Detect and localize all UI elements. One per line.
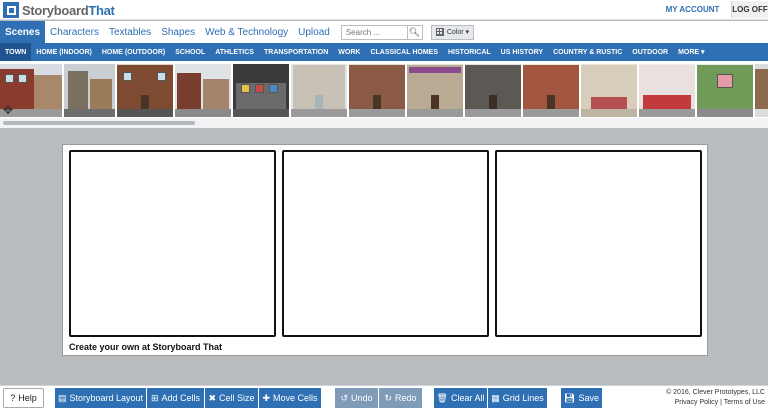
search-input[interactable] <box>341 26 407 38</box>
question-icon: ? <box>10 393 16 403</box>
trash-icon: 🗑︎ <box>436 392 448 403</box>
category-historical[interactable]: HISTORICAL <box>443 43 496 61</box>
grid-lines-button[interactable]: ▦ Grid Lines <box>488 388 547 408</box>
category-more-dropdown[interactable]: MORE ▾ <box>673 43 709 61</box>
scene-thumbnail[interactable] <box>697 64 753 117</box>
help-button[interactable]: ? Help <box>3 388 44 408</box>
layout-icon: ▤ <box>57 392 67 403</box>
move-icon[interactable]: ✥ <box>0 102 16 118</box>
scene-thumbnail[interactable] <box>233 64 289 117</box>
move-icon: ✚ <box>262 392 271 403</box>
scene-thumbnail[interactable] <box>465 64 521 117</box>
my-account-link[interactable]: MY ACCOUNT <box>660 0 725 19</box>
tab-scenes[interactable]: Scenes <box>0 21 46 43</box>
redo-button[interactable]: ↻ Redo <box>379 388 422 408</box>
tab-characters[interactable]: Characters <box>45 21 104 43</box>
add-cells-icon: ⊞ <box>150 392 159 403</box>
scene-thumbnail[interactable] <box>581 64 637 117</box>
category-outdoor[interactable]: OUTDOOR <box>627 43 673 61</box>
resize-icon: ✖ <box>208 392 217 403</box>
storyboard-credit-text: Create your own at Storyboard That <box>69 342 223 352</box>
scene-thumbnail[interactable] <box>523 64 579 117</box>
storyboard-cell-3[interactable] <box>495 150 702 337</box>
undo-icon: ↺ <box>340 392 349 403</box>
storyboard-layout-button[interactable]: ▤ Storyboard Layout <box>55 388 146 408</box>
main-tab-bar: Scenes Characters Textables Shapes Web &… <box>0 21 768 43</box>
scene-thumbnail[interactable] <box>755 64 768 117</box>
scrollbar-thumb[interactable] <box>3 121 195 125</box>
bottom-toolbar: ? Help ▤ Storyboard Layout ⊞ Add Cells ✖ Cel… <box>0 385 768 411</box>
scene-thumbnail[interactable] <box>639 64 695 117</box>
scene-thumbnail[interactable] <box>117 64 173 117</box>
tab-upload[interactable]: Upload <box>293 21 335 43</box>
search-box: 🔍︎ <box>340 24 423 40</box>
thumbnail-scrollbar[interactable] <box>0 118 768 128</box>
storyboard-cell-2[interactable] <box>282 150 489 337</box>
category-us-history[interactable]: US HISTORY <box>496 43 548 61</box>
search-icon[interactable]: 🔍︎ <box>406 25 421 39</box>
category-transportation[interactable]: TRANSPORTATION <box>259 43 333 61</box>
category-home-indoor[interactable]: HOME (INDOOR) <box>31 43 97 61</box>
color-label: Color <box>446 28 464 36</box>
logo-text: StoryboardThat <box>22 2 115 18</box>
scene-thumbnail[interactable] <box>64 64 115 117</box>
cell-size-button[interactable]: ✖ Cell Size <box>205 388 258 408</box>
category-country-rustic[interactable]: COUNTRY & RUSTIC <box>548 43 627 61</box>
grid-icon: ▦ <box>491 392 500 403</box>
scene-category-bar: TOWN HOME (INDOOR) HOME (OUTDOOR) SCHOOL… <box>0 43 768 61</box>
color-dropdown-button[interactable]: Color ▾ <box>430 24 475 40</box>
category-town[interactable]: TOWN <box>0 43 32 61</box>
log-off-button[interactable]: LOG OFF <box>731 1 768 18</box>
storyboard-cell-1[interactable] <box>69 150 276 337</box>
save-icon: 💾︎ <box>564 392 576 403</box>
category-classical-homes[interactable]: CLASSICAL HOMES <box>365 43 443 61</box>
add-cells-button[interactable]: ⊞ Add Cells <box>147 388 204 408</box>
scene-thumbnail[interactable] <box>349 64 405 117</box>
privacy-policy-link[interactable]: Privacy Policy <box>675 399 719 406</box>
scene-thumbnail[interactable] <box>407 64 463 117</box>
grid-icon <box>435 28 444 36</box>
storyboardthat-logo[interactable]: StoryboardThat <box>3 2 115 18</box>
terms-of-use-link[interactable]: Terms of Use <box>724 399 765 406</box>
footer-divider: | <box>720 399 722 406</box>
copyright-text: © 2016, Clever Prototypes, LLC <box>666 389 765 396</box>
scene-thumbnail[interactable] <box>291 64 347 117</box>
redo-icon: ↻ <box>384 392 393 403</box>
tab-textables[interactable]: Textables <box>104 21 156 43</box>
scene-thumbnail[interactable] <box>175 64 231 117</box>
tab-shapes[interactable]: Shapes <box>156 21 200 43</box>
category-athletics[interactable]: ATHLETICS <box>210 43 259 61</box>
top-header: StoryboardThat MY ACCOUNT LOG OFF <box>0 0 768 20</box>
caret-down-icon: ▾ <box>463 29 470 36</box>
clear-all-button[interactable]: 🗑︎ Clear All <box>434 388 487 408</box>
logo-mark-icon <box>3 2 19 18</box>
footer-info: © 2016, Clever Prototypes, LLC Privacy P… <box>666 388 765 408</box>
category-school[interactable]: SCHOOL <box>170 43 210 61</box>
save-button[interactable]: 💾︎ Save <box>561 388 602 408</box>
scene-thumbnail-strip: ✥ <box>0 61 768 118</box>
storyboard-canvas: Create your own at Storyboard That <box>62 144 708 356</box>
move-cells-button[interactable]: ✚ Move Cells <box>259 388 321 408</box>
undo-button[interactable]: ↺ Undo <box>335 388 378 408</box>
tab-web-technology[interactable]: Web & Technology <box>200 21 293 43</box>
category-work[interactable]: WORK <box>333 43 365 61</box>
category-home-outdoor[interactable]: HOME (OUTDOOR) <box>97 43 170 61</box>
